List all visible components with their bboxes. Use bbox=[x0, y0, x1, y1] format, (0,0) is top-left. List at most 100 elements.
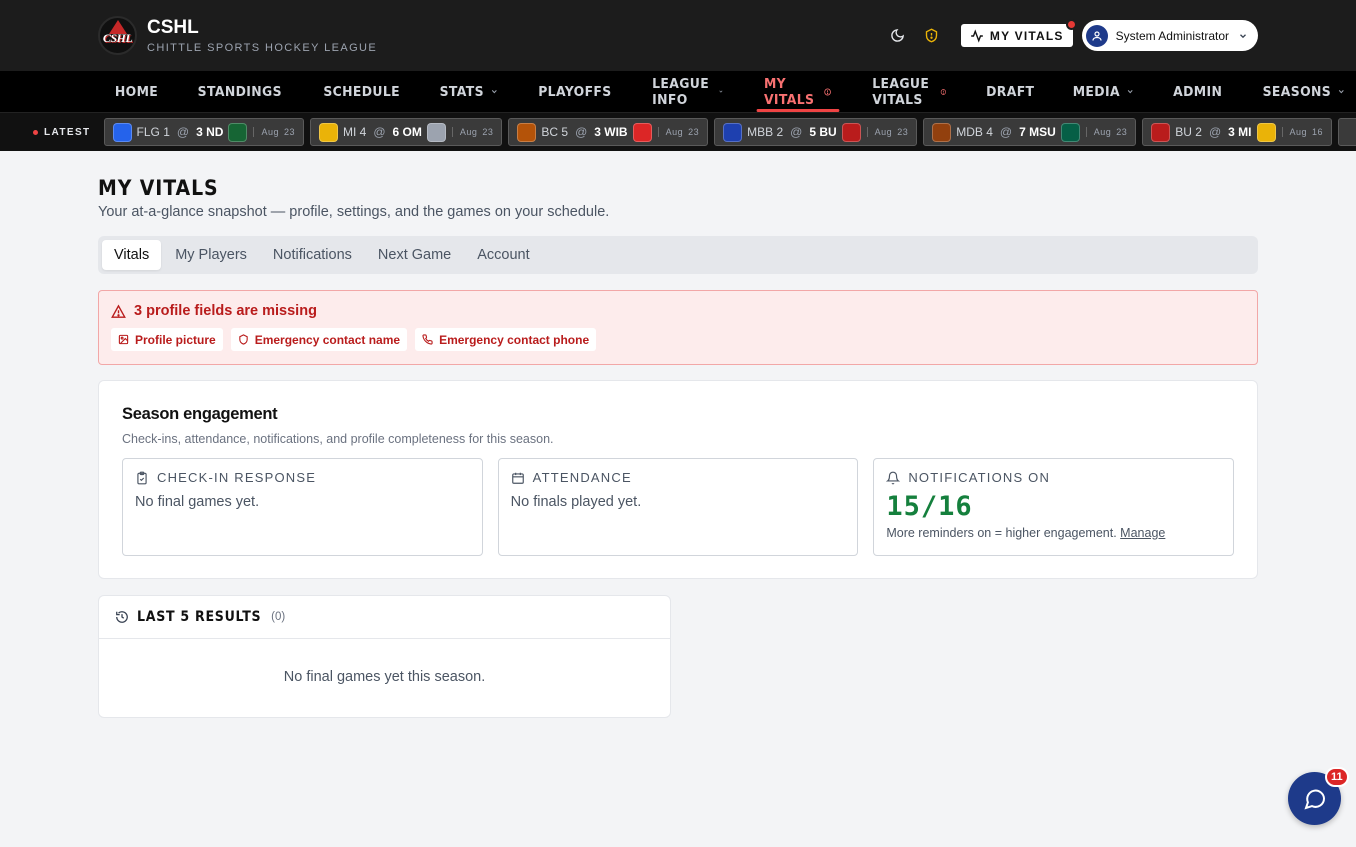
ticker-game[interactable]: MI 4 @6 OM Aug 23 bbox=[309, 118, 503, 146]
nav-home[interactable]: HOME bbox=[100, 71, 173, 112]
game-day: 23 bbox=[482, 127, 494, 137]
away-team-logo bbox=[517, 122, 537, 142]
tab-my-players[interactable]: My Players bbox=[163, 240, 259, 270]
game-day: 23 bbox=[688, 127, 700, 137]
game-month: Aug bbox=[874, 127, 893, 137]
ticker-game[interactable]: MBB 2 @5 BU Aug 23 bbox=[714, 118, 918, 146]
header-actions: MY VITALS System Administrator bbox=[877, 19, 1258, 51]
alert-circle-icon bbox=[824, 87, 832, 96]
nav-playoffs[interactable]: PLAYOFFS bbox=[524, 71, 627, 112]
chip-emergency-contact-name[interactable]: Emergency contact name bbox=[230, 328, 408, 351]
missing-fields-alert: 3 profile fields are missing Profile pic… bbox=[98, 290, 1258, 365]
away-score: MI 4 bbox=[342, 125, 367, 139]
away-team-logo bbox=[318, 122, 338, 142]
nav-my-vitals[interactable]: MY VITALS bbox=[749, 71, 846, 112]
stat-header: CHECK-IN RESPONSE bbox=[135, 470, 470, 485]
nav-draft[interactable]: DRAFT bbox=[971, 71, 1049, 112]
user-icon bbox=[1092, 30, 1102, 41]
game-date: Aug 16 bbox=[1281, 127, 1324, 137]
nav-my-vitals-label: MY VITALS bbox=[763, 75, 815, 108]
chip-emergency-contact-phone[interactable]: Emergency contact phone bbox=[415, 328, 597, 351]
game-day: 23 bbox=[1116, 127, 1128, 137]
chip-profile-picture[interactable]: Profile picture bbox=[111, 328, 223, 351]
alert-title: 3 profile fields are missing bbox=[111, 303, 1245, 319]
stat-body: No finals played yet. bbox=[510, 494, 642, 510]
season-engagement-card: Season engagement Check-ins, attendance,… bbox=[98, 380, 1258, 579]
ticker-game[interactable]: BC 5 @3 WIB Aug 23 bbox=[508, 118, 709, 146]
my-vitals-label: MY VITALS bbox=[989, 28, 1064, 43]
stat-label: CHECK-IN RESPONSE bbox=[157, 470, 317, 485]
ticker-game[interactable]: FLG 1 @3 ND Aug 23 bbox=[103, 118, 304, 146]
away-team-logo bbox=[112, 122, 132, 142]
user-menu[interactable]: System Administrator bbox=[1081, 20, 1258, 51]
away-score: BU 2 bbox=[1175, 125, 1202, 139]
attendance-stat: ATTENDANCE No finals played yet. bbox=[497, 458, 859, 556]
stat-body: No final games yet. bbox=[135, 494, 260, 510]
nav-seasons[interactable]: SEASONS bbox=[1248, 71, 1356, 112]
away-score: MBB 2 bbox=[747, 125, 784, 139]
game-date: Aug 23 bbox=[253, 127, 295, 137]
stat-header: NOTIFICATIONS ON bbox=[886, 470, 1221, 485]
engagement-title: Season engagement bbox=[122, 405, 278, 423]
manage-link[interactable]: Manage bbox=[1120, 526, 1165, 540]
at-separator: @ bbox=[999, 125, 1013, 139]
chevron-down-icon bbox=[1240, 33, 1246, 38]
nav-league-vitals[interactable]: LEAGUE VITALS bbox=[857, 71, 961, 112]
game-month: Aug bbox=[665, 127, 684, 137]
game-date: Aug 23 bbox=[1085, 127, 1128, 137]
game-month: Aug bbox=[261, 127, 279, 137]
league-logo[interactable]: CSHL bbox=[98, 16, 137, 55]
tab-next-game[interactable]: Next Game bbox=[366, 240, 463, 270]
game-day: 23 bbox=[897, 127, 909, 137]
main-nav: HOME STANDINGS SCHEDULE STATS PLAYOFFS L… bbox=[0, 71, 1356, 113]
logo-text: CSHL bbox=[102, 31, 133, 45]
tab-notifications[interactable]: Notifications bbox=[261, 240, 364, 270]
ticker-game-partial[interactable] bbox=[1338, 118, 1356, 146]
results-count: (0) bbox=[271, 611, 286, 623]
tab-vitals[interactable]: Vitals bbox=[102, 240, 162, 270]
game-day: 16 bbox=[1312, 127, 1324, 137]
last-results-card: LAST 5 RESULTS (0) No final games yet th… bbox=[98, 595, 671, 718]
chevron-down-icon bbox=[1339, 89, 1344, 94]
shield-button[interactable] bbox=[919, 23, 945, 49]
my-vitals-button[interactable]: MY VITALS bbox=[960, 19, 1077, 47]
game-date: Aug 23 bbox=[866, 127, 909, 137]
missing-field-chips: Profile picture Emergency contact name E… bbox=[111, 328, 1245, 351]
alert-title-text: 3 profile fields are missing bbox=[134, 303, 317, 319]
at-separator: @ bbox=[373, 125, 386, 139]
nav-league-info[interactable]: LEAGUE INFO bbox=[637, 71, 738, 112]
stat-header: ATTENDANCE bbox=[511, 470, 846, 485]
home-team-logo bbox=[632, 122, 652, 142]
chat-unread-badge: 11 bbox=[1325, 767, 1349, 787]
nav-admin[interactable]: ADMIN bbox=[1159, 71, 1238, 112]
stat-label: ATTENDANCE bbox=[532, 470, 632, 485]
ticker-label-text: LATEST bbox=[44, 126, 91, 138]
nav-schedule[interactable]: SCHEDULE bbox=[308, 71, 414, 112]
tab-account[interactable]: Account bbox=[465, 240, 541, 270]
nav-league-vitals-label: LEAGUE VITALS bbox=[871, 75, 929, 108]
ticker-label: LATEST bbox=[33, 127, 91, 138]
calendar-icon bbox=[511, 472, 524, 484]
tab-bar: Vitals My Players Notifications Next Gam… bbox=[98, 236, 1258, 274]
nav-stats[interactable]: STATS bbox=[425, 71, 514, 112]
user-name: System Administrator bbox=[1115, 28, 1229, 43]
notifications-value: 15/16 bbox=[886, 491, 973, 522]
chevron-down-icon bbox=[492, 89, 497, 94]
ticker-games: FLG 1 @3 ND Aug 23 MI 4 @6 OM Aug 23 BC 5 @3 WIB A… bbox=[103, 118, 1356, 146]
nav-media-label: MEDIA bbox=[1072, 83, 1121, 100]
activity-icon bbox=[971, 28, 983, 43]
ticker-game[interactable]: MDB 4 @7 MSU Aug 23 bbox=[923, 118, 1137, 146]
chip-label: Emergency contact phone bbox=[439, 332, 590, 347]
results-title: LAST 5 RESULTS bbox=[137, 609, 262, 625]
at-separator: @ bbox=[790, 125, 803, 139]
theme-toggle-button[interactable] bbox=[885, 23, 911, 49]
game-date: Aug 23 bbox=[657, 127, 700, 137]
home-score: 3 ND bbox=[196, 125, 224, 139]
scores-ticker: LATEST FLG 1 @3 ND Aug 23 MI 4 @6 OM Aug 23 BC 5… bbox=[0, 113, 1356, 151]
home-score: 6 OM bbox=[392, 125, 422, 139]
ticker-game[interactable]: BU 2 @3 MI Aug 16 bbox=[1142, 118, 1333, 146]
nav-standings[interactable]: STANDINGS bbox=[183, 71, 297, 112]
bell-icon bbox=[886, 471, 901, 484]
nav-stats-label: STATS bbox=[439, 83, 484, 100]
nav-media[interactable]: MEDIA bbox=[1058, 71, 1149, 112]
